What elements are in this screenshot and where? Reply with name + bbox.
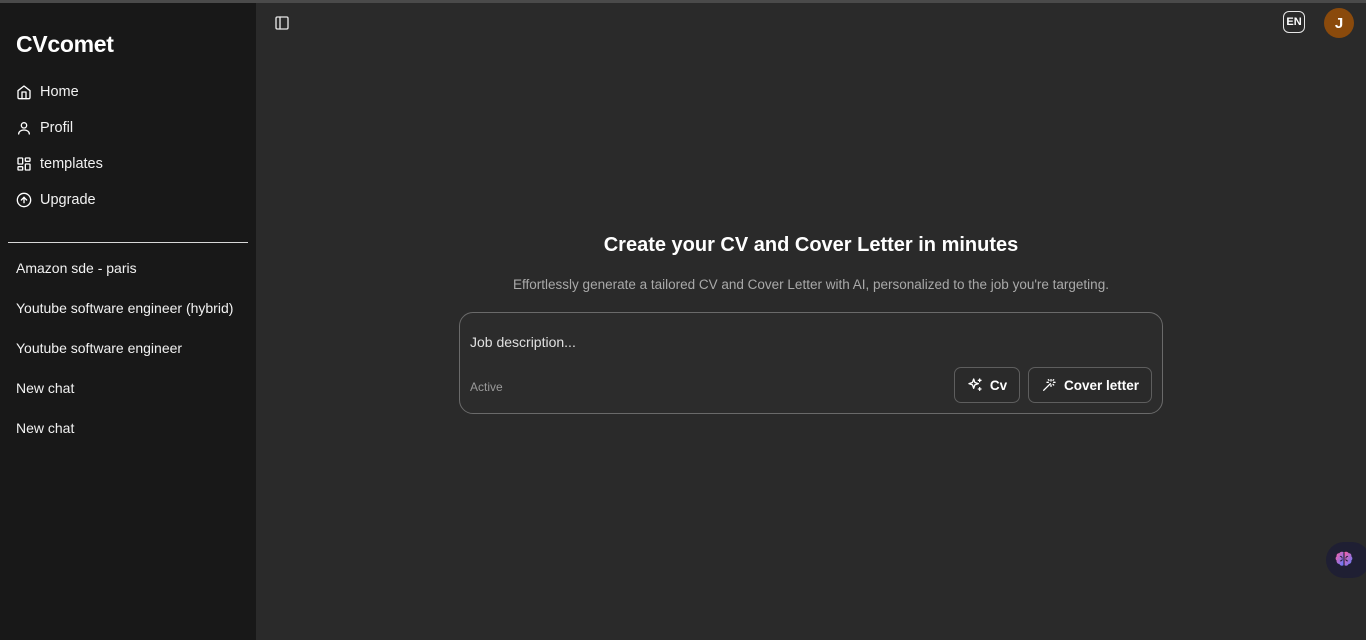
sidebar-item-label: templates bbox=[40, 156, 103, 172]
page-title: Create your CV and Cover Letter in minut… bbox=[603, 234, 1019, 256]
sidebar-toggle-icon bbox=[275, 16, 289, 30]
user-icon bbox=[18, 122, 30, 135]
avatar[interactable]: J bbox=[1324, 8, 1354, 38]
sidebar-item-home[interactable]: Home bbox=[16, 80, 79, 104]
page-subtitle: Effortlessly generate a tailored CV and … bbox=[513, 277, 1109, 292]
chat-history-item[interactable]: New chat bbox=[16, 380, 74, 396]
cv-button[interactable]: Cv bbox=[954, 367, 1020, 403]
sidebar-item-upgrade[interactable]: Upgrade bbox=[16, 188, 96, 212]
home-icon bbox=[17, 85, 31, 100]
cv-button-label: Cv bbox=[989, 377, 1008, 393]
cover-letter-button[interactable]: Cover letter bbox=[1028, 367, 1152, 403]
sidebar-item-label: Profil bbox=[40, 120, 74, 136]
sidebar-item-templates[interactable]: templates bbox=[16, 152, 103, 176]
assistant-widget-button[interactable] bbox=[1326, 542, 1366, 578]
sidebar: CVcomet Home Profil templates Upgrade Am… bbox=[0, 3, 256, 640]
chat-history-item[interactable]: Youtube software engineer bbox=[16, 340, 182, 356]
status-label: Active bbox=[470, 380, 503, 394]
arrow-up-circle-icon bbox=[16, 192, 32, 208]
layout-grid-icon bbox=[17, 157, 31, 171]
cover-letter-button-label: Cover letter bbox=[1063, 377, 1140, 393]
sidebar-item-label: Upgrade bbox=[40, 192, 96, 208]
chat-history-item[interactable]: Amazon sde - paris bbox=[16, 260, 137, 276]
job-description-panel: Active Cv Cover letter bbox=[459, 312, 1163, 414]
sparkles-icon bbox=[968, 378, 982, 391]
language-button[interactable]: EN bbox=[1283, 11, 1305, 33]
sidebar-item-profil[interactable]: Profil bbox=[16, 116, 73, 140]
sidebar-toggle-button[interactable] bbox=[272, 13, 292, 33]
job-description-input[interactable] bbox=[470, 331, 1150, 353]
brand-logo[interactable]: CVcomet bbox=[16, 31, 114, 58]
chat-history-item[interactable]: New chat bbox=[16, 420, 74, 436]
chat-history-item[interactable]: Youtube software engineer (hybrid) bbox=[16, 300, 233, 316]
sidebar-divider bbox=[8, 242, 248, 243]
magic-wand-icon bbox=[1042, 379, 1056, 391]
brain-icon bbox=[1335, 551, 1353, 566]
sidebar-item-label: Home bbox=[40, 84, 79, 100]
